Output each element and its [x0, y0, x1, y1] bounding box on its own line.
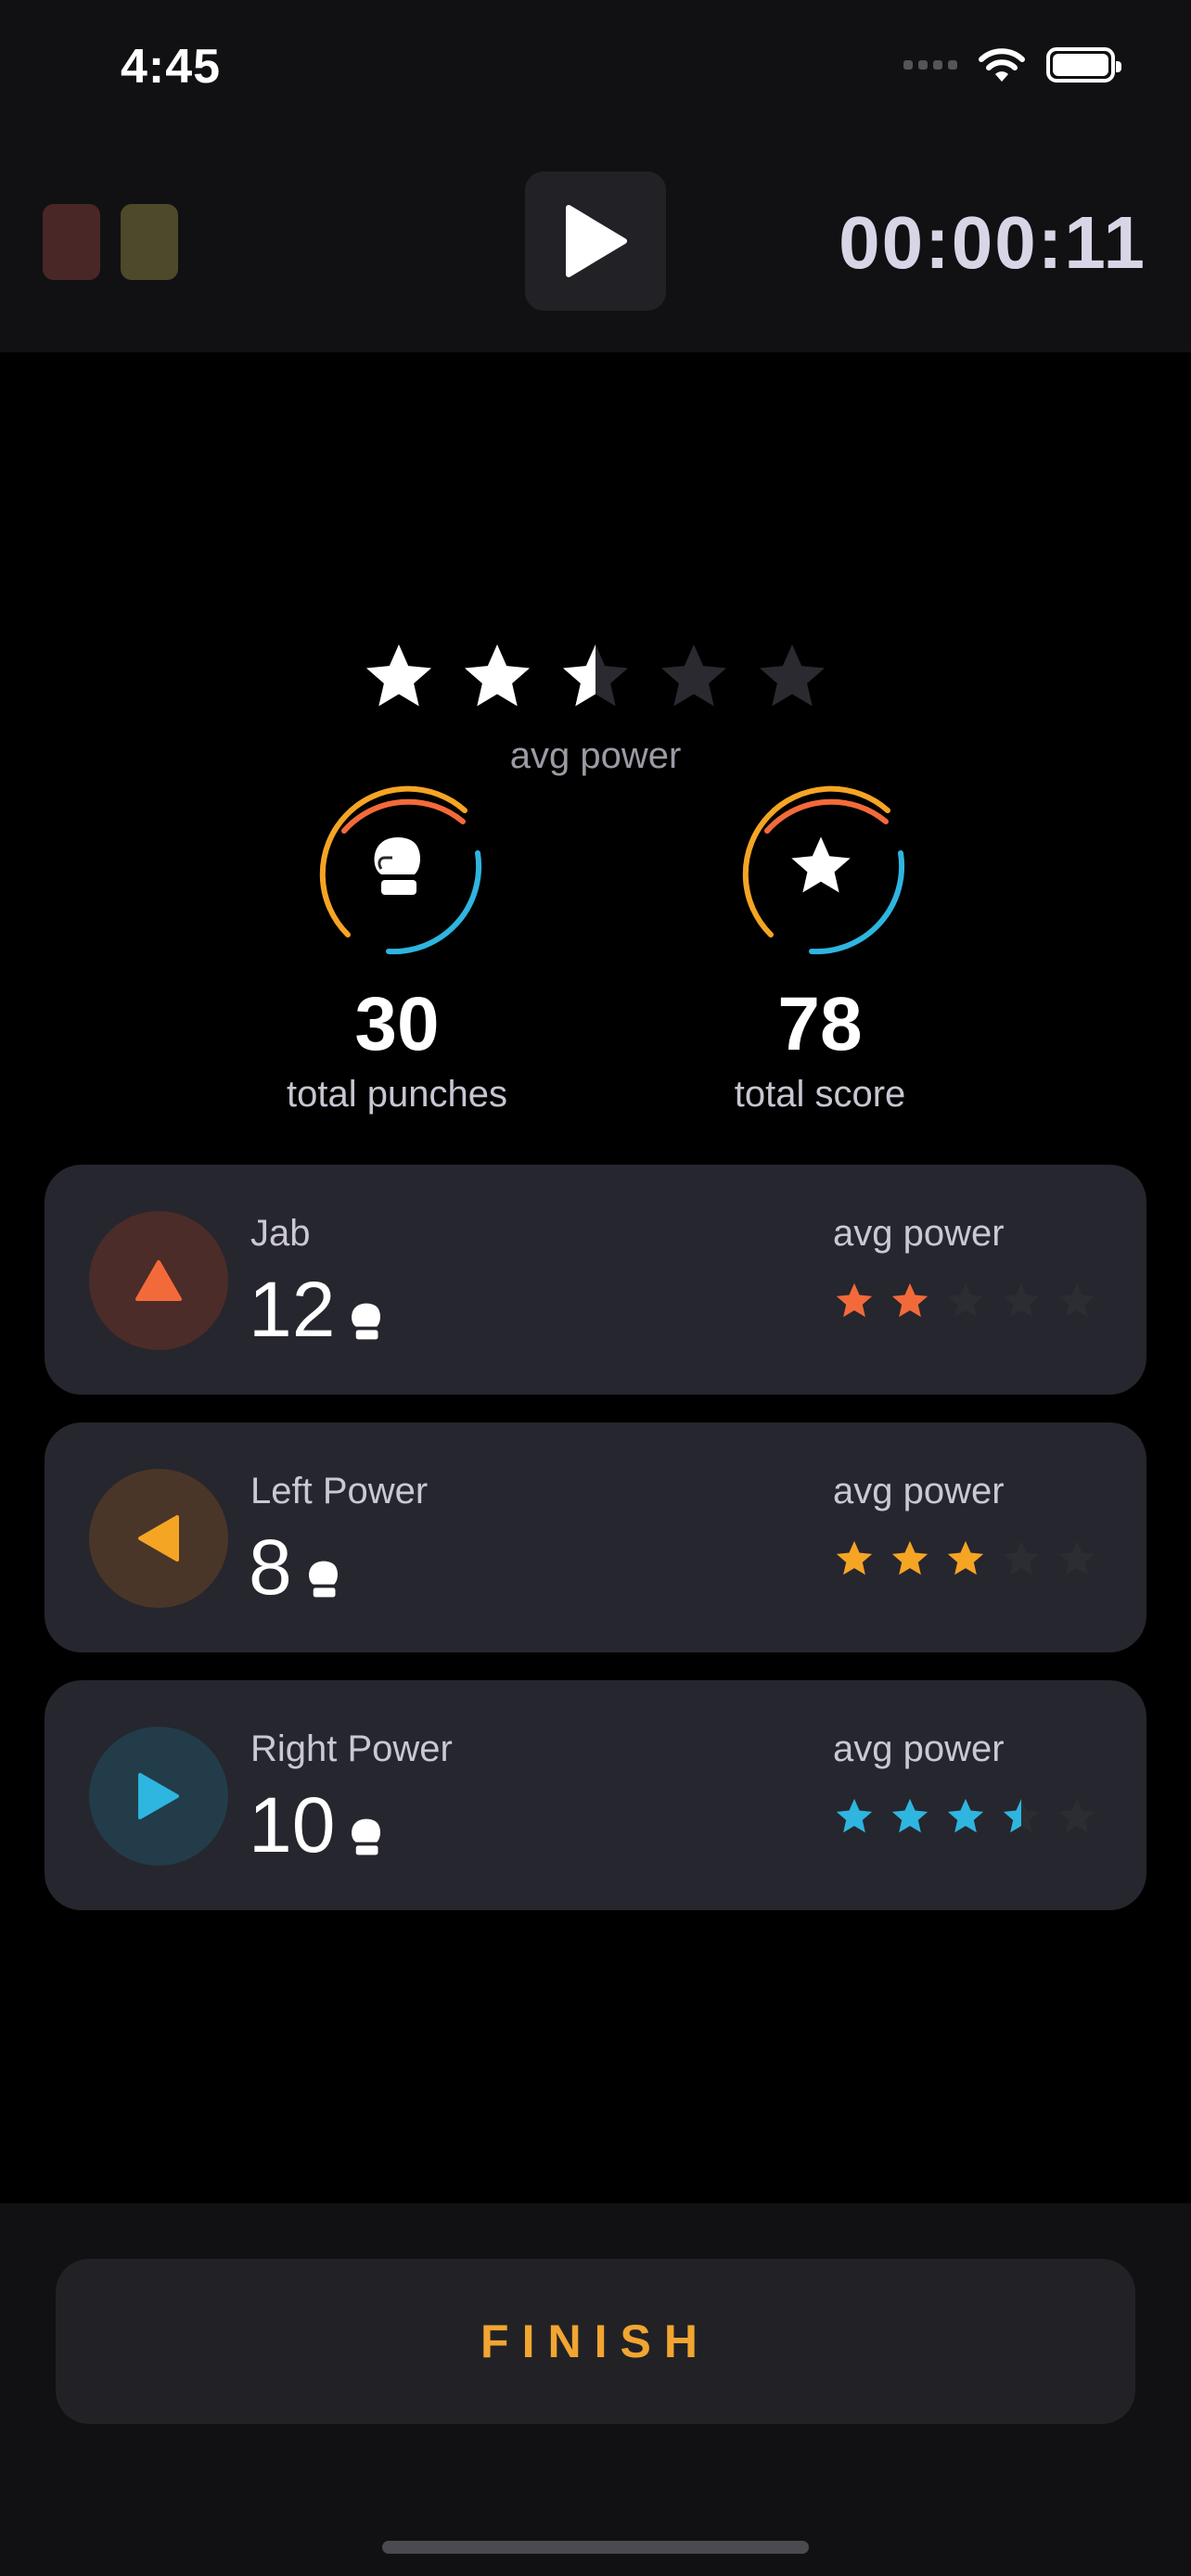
star-icon — [947, 1282, 984, 1318]
star-icon — [661, 644, 726, 707]
boxing-glove-icon — [374, 837, 420, 895]
play-button[interactable] — [525, 172, 666, 311]
wifi-icon — [979, 48, 1025, 82]
avg-power-stars — [833, 1795, 1098, 1838]
play-icon — [566, 205, 627, 277]
star-icon — [760, 644, 825, 707]
cellular-signal-icon — [903, 60, 957, 70]
avg-power-label: avg power — [509, 735, 682, 776]
star-icon — [1003, 1282, 1040, 1318]
left-power-icon-circle — [89, 1469, 228, 1608]
punch-count: 12 — [249, 1265, 385, 1355]
boxing-glove-icon — [352, 1818, 381, 1855]
total-punches-value: 30 — [354, 982, 440, 1066]
star-icon — [1058, 1282, 1095, 1318]
status-icons — [903, 46, 1121, 83]
session-timer: 00:00:11 — [839, 201, 1146, 284]
punch-count: 8 — [249, 1523, 342, 1613]
punch-card-right-power[interactable]: Right Power 10 avg power — [45, 1680, 1146, 1910]
avg-power-stars — [833, 1537, 1098, 1580]
star-icon — [366, 644, 431, 707]
score-ring — [730, 775, 912, 957]
star-icon — [563, 644, 628, 707]
up-arrow-icon — [135, 1260, 182, 1301]
star-icon — [1003, 1798, 1040, 1833]
left-arrow-icon — [138, 1515, 179, 1562]
star-icon — [465, 644, 530, 707]
battery-icon — [1046, 47, 1121, 83]
avg-power-label: avg power — [833, 1213, 1005, 1254]
star-icon — [891, 1282, 928, 1318]
star-icon — [891, 1798, 928, 1833]
right-arrow-icon — [138, 1773, 179, 1819]
star-icon — [891, 1540, 928, 1575]
avg-power-rating — [360, 638, 831, 716]
punches-ring — [307, 775, 489, 957]
punch-name: Left Power — [250, 1471, 429, 1511]
star-icon — [947, 1798, 984, 1833]
star-icon — [1058, 1798, 1095, 1833]
jab-icon-circle — [89, 1211, 228, 1350]
boxing-glove-icon — [308, 1561, 338, 1598]
right-power-icon-circle — [89, 1727, 228, 1866]
star-icon — [947, 1540, 984, 1575]
star-icon — [1058, 1540, 1095, 1575]
home-indicator — [382, 2541, 809, 2554]
avg-power-stars — [833, 1280, 1098, 1322]
star-icon — [1003, 1540, 1040, 1575]
avg-power-label: avg power — [833, 1728, 1005, 1769]
punch-count: 10 — [249, 1780, 385, 1870]
star-icon — [791, 836, 851, 893]
avg-power-label: avg power — [833, 1471, 1005, 1511]
punch-name: Right Power — [250, 1728, 453, 1769]
total-score-label: total score — [734, 1074, 906, 1115]
star-icon — [836, 1282, 873, 1318]
total-score-value: 78 — [777, 982, 863, 1066]
color-marker-red — [43, 204, 100, 280]
finish-button[interactable]: FINISH — [56, 2259, 1135, 2424]
color-marker-olive — [121, 204, 178, 280]
star-icon — [836, 1540, 873, 1575]
punch-card-left-power[interactable]: Left Power 8 avg power — [45, 1422, 1146, 1652]
status-time: 4:45 — [121, 40, 222, 94]
punch-name: Jab — [250, 1213, 311, 1254]
star-icon — [836, 1798, 873, 1833]
boxing-glove-icon — [352, 1303, 381, 1340]
punch-card-jab[interactable]: Jab 12 avg power — [45, 1165, 1146, 1395]
total-punches-label: total punches — [287, 1074, 507, 1115]
